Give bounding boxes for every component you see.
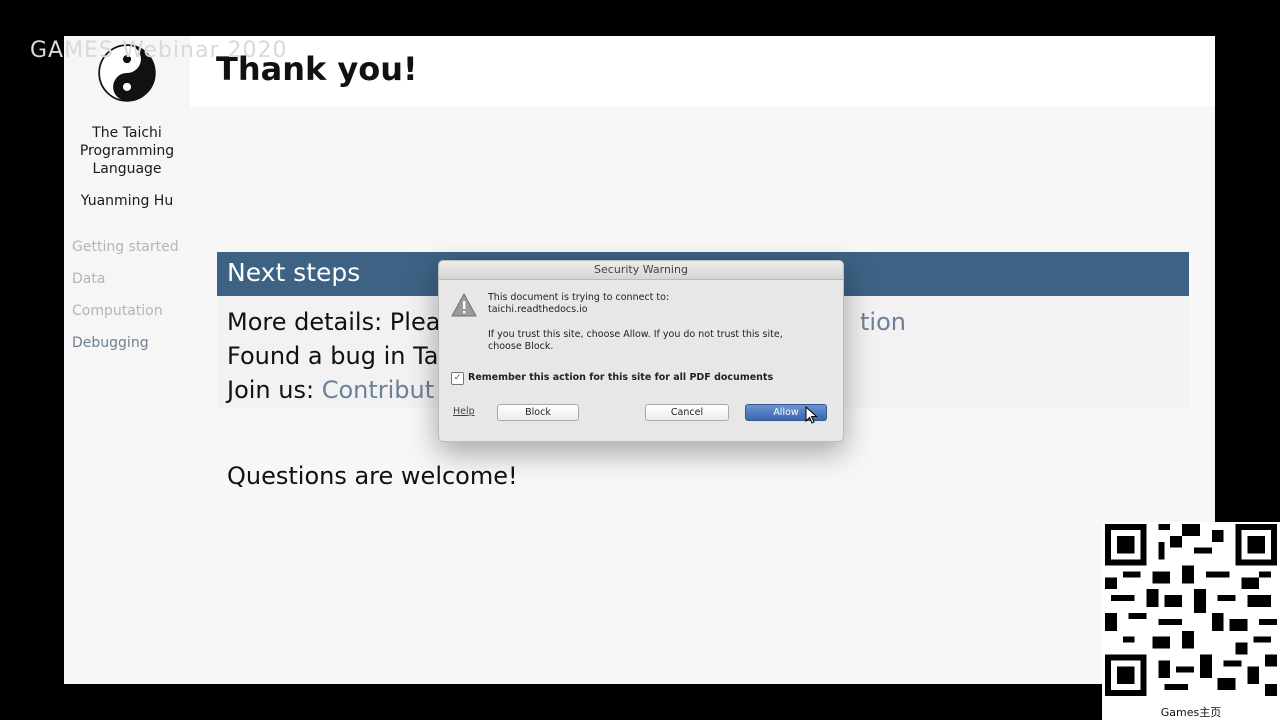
dialog-line-1: This document is trying to connect to: <box>488 292 670 303</box>
dialog-title: Security Warning <box>439 261 843 280</box>
security-warning-dialog: Security Warning This document is trying… <box>438 260 844 442</box>
warning-icon <box>451 293 477 317</box>
cancel-button[interactable]: Cancel <box>645 404 729 421</box>
dialog-line-4: choose Block. <box>488 341 554 352</box>
qr-code-image <box>1105 524 1277 696</box>
step-found-bug: Found a bug in Ta <box>227 342 438 370</box>
documentation-link[interactable]: tion <box>860 308 906 336</box>
block-button[interactable]: Block <box>497 404 579 421</box>
step-more-details-text: More details: Plea <box>227 308 441 336</box>
sidebar-title-line-1: The Taichi <box>92 125 162 141</box>
questions-text: Questions are welcome! <box>227 462 518 490</box>
watermark-text: GAMES Webinar 2020 <box>30 38 288 63</box>
nav-item-debugging[interactable]: Debugging <box>72 335 149 351</box>
sidebar-title-line-2: Programming <box>79 143 175 159</box>
nav-item-data[interactable]: Data <box>72 271 105 287</box>
remember-label[interactable]: Remember this action for this site for a… <box>468 372 773 383</box>
nav-item-computation[interactable]: Computation <box>72 303 163 319</box>
block-title: Next steps <box>227 258 361 287</box>
step-more-details: More details: Plea tion <box>227 308 906 336</box>
remember-checkbox[interactable]: ✓ <box>451 372 464 385</box>
mouse-cursor-icon <box>805 406 818 424</box>
step-found-bug-text: Found a bug in Ta <box>227 342 439 370</box>
sidebar-author: Yuanming Hu <box>80 193 174 209</box>
step-join-us-text: Join us: <box>227 376 322 404</box>
sidebar-title-line-3: Language <box>92 161 162 177</box>
step-join-us: Join us: Contribut <box>227 376 434 404</box>
qr-code-panel: Games主页 <box>1102 522 1280 720</box>
help-link[interactable]: Help <box>453 406 475 417</box>
dialog-url: taichi.readthedocs.io <box>488 304 588 315</box>
dialog-line-3: If you trust this site, choose Allow. If… <box>488 329 783 340</box>
qr-caption: Games主页 <box>1160 706 1222 719</box>
contribute-link[interactable]: Contribut <box>322 376 434 404</box>
sidebar: The Taichi Programming Language Yuanming… <box>64 36 190 684</box>
nav-item-getting-started[interactable]: Getting started <box>72 239 179 255</box>
